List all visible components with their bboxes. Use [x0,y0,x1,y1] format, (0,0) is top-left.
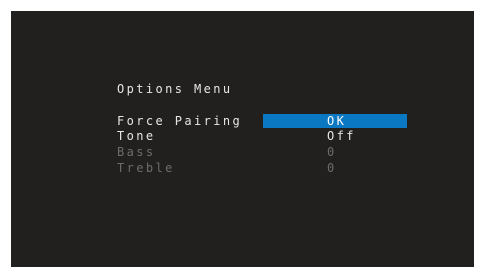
menu-item-label: Bass [117,145,156,159]
menu-item-treble: Treble 0 [117,161,407,175]
menu-item-force-pairing[interactable]: Force Pairing OK [117,114,407,128]
menu-item-tone[interactable]: Tone Off [117,129,407,143]
menu-item-label: Tone [117,129,156,143]
menu-item-value: 0 [327,145,337,159]
menu-title: Options Menu [117,82,233,96]
menu-item-label: Force Pairing [117,114,243,128]
osd-screen: Options Menu Force Pairing OK Tone Off B… [11,11,474,267]
menu-item-bass: Bass 0 [117,145,407,159]
menu-item-label: Treble [117,161,175,175]
menu-item-value-selected: OK [263,114,407,128]
menu-item-value: Off [327,129,356,143]
menu-item-value: 0 [327,161,337,175]
